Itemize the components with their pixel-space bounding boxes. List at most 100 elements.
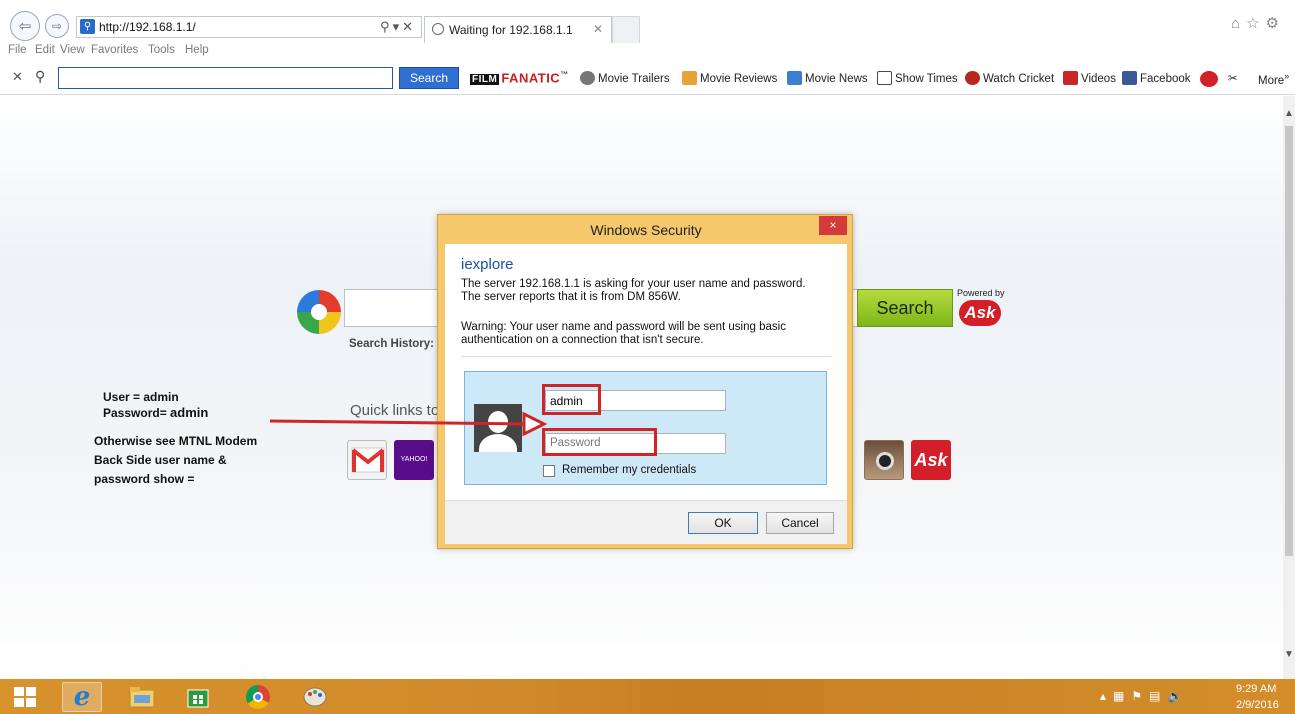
show-hidden-icons-icon[interactable]: ▴	[1100, 689, 1113, 703]
menu-edit[interactable]: Edit	[35, 44, 55, 56]
ok-button[interactable]: OK	[688, 512, 758, 534]
network-icon[interactable]: ▦	[1113, 689, 1131, 703]
scroll-down-icon[interactable]: ▼	[1283, 649, 1295, 660]
address-bar[interactable]: ⚲ http://192.168.1.1/ ⚲▾✕	[76, 16, 422, 38]
toolbar-link-watch-cricket[interactable]: Watch Cricket	[965, 71, 1054, 85]
toolbar-tools-button[interactable]: ✂	[1228, 71, 1238, 85]
scroll-thumb[interactable]	[1285, 126, 1293, 556]
settings-gear-icon[interactable]: ⚙	[1266, 15, 1285, 32]
tab-close-icon[interactable]: ✕	[593, 22, 603, 36]
dialog-warning: Warning: Your user name and password wil…	[461, 321, 786, 346]
quick-link-ask[interactable]: Ask	[911, 440, 951, 480]
credentials-annotation: User = admin Password= admin	[103, 389, 208, 421]
menu-favorites[interactable]: Favorites	[91, 44, 138, 56]
dialog-title: Windows Security	[590, 222, 702, 238]
cricket-ball-icon	[965, 71, 980, 85]
action-center-flag-icon[interactable]: ⚑	[1131, 689, 1149, 703]
battery-icon[interactable]: ▤	[1149, 689, 1167, 703]
volume-icon[interactable]: 🔈	[1167, 689, 1189, 703]
new-tab-button[interactable]	[612, 16, 640, 43]
toolbar-close-icon[interactable]: ✕	[12, 69, 23, 85]
toolbar-link-label: Watch Cricket	[983, 73, 1055, 85]
chrome-icon[interactable]	[238, 682, 278, 712]
menu-tools[interactable]: Tools	[148, 44, 175, 56]
loading-spinner-icon	[432, 23, 444, 35]
scissors-icon: ✂	[1228, 73, 1238, 85]
film-reel-icon	[580, 71, 595, 85]
calendar-icon	[877, 71, 892, 85]
filmfanatic-logo-box: FILM	[470, 74, 500, 86]
dialog-message: The server 192.168.1.1 is asking for you…	[461, 278, 806, 303]
search-provider-logo	[297, 290, 341, 334]
file-explorer-icon[interactable]	[122, 682, 162, 712]
home-icon[interactable]: ⌂	[1231, 15, 1246, 32]
remember-credentials-checkbox[interactable]	[543, 465, 555, 477]
toolbar-link-movie-news[interactable]: Movie News	[787, 71, 868, 85]
vertical-scrollbar[interactable]: ▲ ▼	[1283, 96, 1295, 679]
gmail-icon	[351, 447, 385, 473]
menu-help[interactable]: Help	[185, 44, 209, 56]
address-url[interactable]: http://192.168.1.1/	[99, 20, 196, 34]
filmfanatic-logo[interactable]: FILM FANATIC™	[470, 70, 569, 86]
windows-taskbar: e ▴▦⚑▤🔈 9:29 AM 2/9/2016	[0, 679, 1295, 714]
address-tools[interactable]: ⚲▾✕	[380, 19, 416, 35]
forward-button[interactable]: ⇨	[45, 14, 69, 38]
cancel-button[interactable]: Cancel	[766, 512, 834, 534]
annotation-password-value: admin	[170, 405, 209, 420]
search-icon[interactable]: ⚲	[380, 19, 393, 34]
search-toolbar: ✕ ⚲ Search FILM FANATIC™ Movie Trailers M…	[0, 66, 1295, 92]
back-button[interactable]: ⇦	[10, 11, 40, 41]
annotation-password-prefix: Password=	[103, 406, 167, 420]
tab-title: Waiting for 192.168.1.1	[449, 23, 573, 37]
toolbar-link-label: Movie Trailers	[598, 73, 670, 85]
toolbar-link-label: Movie News	[805, 73, 868, 85]
toolbar-link-label: Videos	[1081, 73, 1116, 85]
paint-icon[interactable]	[295, 682, 335, 712]
system-tray: ▴▦⚑▤🔈	[1100, 689, 1189, 703]
windows-security-dialog: Windows Security × iexplore The server 1…	[437, 214, 853, 549]
stop-icon[interactable]: ✕	[402, 19, 416, 34]
quick-link-gmail[interactable]	[347, 440, 387, 480]
menu-file[interactable]: File	[8, 44, 27, 56]
facebook-icon	[1122, 71, 1137, 85]
toolbar-link-videos[interactable]: Videos	[1063, 71, 1116, 85]
start-windows-icon[interactable]	[14, 687, 36, 707]
annotation-password-line: Password= admin	[103, 405, 208, 421]
scroll-up-icon[interactable]: ▲	[1283, 108, 1295, 119]
annotation-user-line: User = admin	[103, 390, 179, 404]
dropdown-icon[interactable]: ▾	[393, 19, 403, 34]
favorites-star-icon[interactable]: ☆	[1246, 15, 1265, 32]
page-search-button[interactable]: Search	[857, 289, 953, 327]
toolbar-more-label: More	[1258, 74, 1285, 87]
clock-time[interactable]: 9:29 AM	[1236, 683, 1276, 695]
store-icon[interactable]	[178, 682, 218, 712]
annotation-note-line: Otherwise see MTNL Modem	[94, 434, 258, 448]
internet-explorer-icon[interactable]: e	[62, 682, 102, 712]
toolbar-link-facebook[interactable]: Facebook	[1122, 71, 1191, 85]
annotation-arrow-icon	[269, 411, 548, 437]
remember-credentials-label: Remember my credentials	[562, 464, 697, 476]
clock-date[interactable]: 2/9/2016	[1236, 699, 1279, 711]
youtube-icon	[1063, 71, 1078, 85]
search-history-label: Search History:	[349, 338, 435, 350]
quick-link-yahoo[interactable]: YAHOO!	[394, 440, 434, 480]
toolbar-link-show-times[interactable]: Show Times	[877, 71, 958, 85]
ask-logo: Ask	[959, 300, 1001, 326]
dialog-footer: OK Cancel	[445, 500, 847, 544]
toolbar-search-input[interactable]	[58, 67, 393, 89]
toolbar-ask-button[interactable]	[1200, 71, 1221, 87]
browser-toolbar-right: ⌂☆⚙	[1231, 14, 1285, 32]
toolbar-link-movie-trailers[interactable]: Movie Trailers	[580, 71, 670, 85]
powered-by-label: Powered by	[957, 288, 1005, 298]
dialog-close-button[interactable]: ×	[819, 216, 847, 235]
toolbar-link-label: Facebook	[1140, 73, 1191, 85]
menu-view[interactable]: View	[60, 44, 85, 56]
tab-loading[interactable]: Waiting for 192.168.1.1 ✕	[424, 16, 612, 43]
quick-link-instagram[interactable]	[864, 440, 904, 480]
toolbar-link-movie-reviews[interactable]: Movie Reviews	[682, 71, 777, 85]
dialog-body: iexplore The server 192.168.1.1 is askin…	[445, 244, 847, 544]
toolbar-search-button[interactable]: Search	[399, 67, 459, 89]
annotation-note-line: Back Side user name &	[94, 453, 227, 467]
modem-note-annotation: Otherwise see MTNL Modem Back Side user …	[94, 432, 257, 489]
toolbar-more-button[interactable]: More»	[1258, 71, 1289, 87]
